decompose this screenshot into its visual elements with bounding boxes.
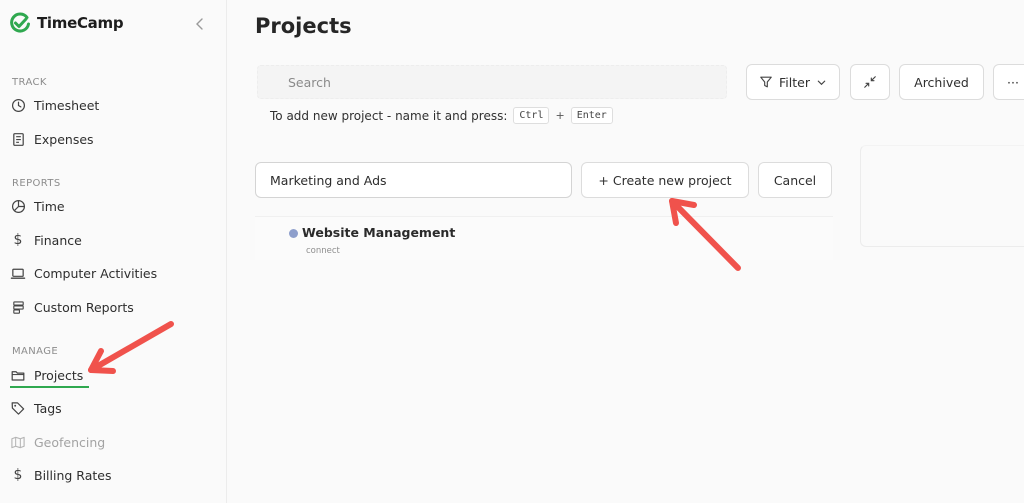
sidebar-item-label: Timesheet <box>34 97 100 113</box>
more-icon: ··· <box>1007 74 1019 90</box>
sidebar-item-label: Billing Rates <box>34 467 112 483</box>
receipt-icon <box>10 131 26 147</box>
page-title: Projects <box>255 14 352 38</box>
sidebar-item-label: Tags <box>34 400 62 416</box>
archived-button[interactable]: Archived <box>899 64 984 100</box>
archived-label: Archived <box>914 74 969 90</box>
kbd-ctrl: Ctrl <box>513 107 550 124</box>
sidebar-item-computer-activities[interactable]: Computer Activities <box>10 261 157 285</box>
dollar-icon: $ <box>13 232 23 248</box>
map-icon <box>10 434 26 450</box>
sidebar: TimeCamp TRACK Timesheet Expenses REPORT… <box>0 0 227 503</box>
sidebar-item-label: Projects <box>34 367 84 383</box>
collapse-all-button[interactable] <box>850 64 890 100</box>
clock-icon <box>10 97 26 113</box>
filter-icon <box>760 76 772 88</box>
kbd-plus: + <box>555 109 565 122</box>
brand-logo[interactable]: TimeCamp <box>9 12 124 34</box>
sidebar-item-label: Expenses <box>34 131 94 147</box>
sidebar-item-tags[interactable]: Tags <box>10 396 62 420</box>
pie-chart-icon <box>10 198 26 214</box>
tag-icon <box>10 400 26 416</box>
add-project-hint: To add new project - name it and press: … <box>270 107 613 124</box>
brand-name: TimeCamp <box>37 14 124 32</box>
search-input[interactable] <box>258 66 726 98</box>
section-title-track: TRACK <box>12 77 47 88</box>
filter-button[interactable]: Filter <box>746 64 840 100</box>
sidebar-item-billing-rates[interactable]: $ Billing Rates <box>10 463 112 487</box>
sidebar-item-label: Custom Reports <box>34 299 134 315</box>
active-indicator <box>10 386 89 388</box>
cancel-button[interactable]: Cancel <box>758 162 832 198</box>
new-project-input[interactable] <box>256 163 571 197</box>
sidebar-item-label: Finance <box>34 232 82 248</box>
section-title-reports: REPORTS <box>12 178 61 189</box>
create-new-project-label: + Create new project <box>598 172 732 188</box>
sidebar-item-expenses[interactable]: Expenses <box>10 127 94 151</box>
sidebar-item-label: Geofencing <box>34 434 106 450</box>
sidebar-item-geofencing[interactable]: Geofencing <box>10 430 105 454</box>
sidebar-item-time[interactable]: Time <box>10 194 65 218</box>
project-subtitle: connect <box>306 246 340 256</box>
section-title-manage: MANAGE <box>12 346 59 357</box>
laptop-icon <box>10 265 26 281</box>
new-project-field[interactable] <box>255 162 572 198</box>
more-options-button[interactable]: ··· <box>993 64 1024 100</box>
sidebar-item-label: Time <box>34 198 65 214</box>
sidebar-item-label: Computer Activities <box>34 265 158 281</box>
details-panel <box>860 145 1024 247</box>
create-new-project-button[interactable]: + Create new project <box>581 162 749 198</box>
project-color-dot <box>289 229 298 238</box>
chevron-down-icon <box>817 80 826 85</box>
kbd-enter: Enter <box>570 107 613 124</box>
hint-text: To add new project - name it and press: <box>270 108 508 123</box>
chevron-left-icon[interactable] <box>192 16 208 32</box>
dollar-icon: $ <box>13 467 23 483</box>
compress-arrows-icon <box>864 76 876 88</box>
sidebar-item-projects[interactable]: Projects <box>10 363 83 387</box>
sidebar-item-custom-reports[interactable]: Custom Reports <box>10 295 134 319</box>
stack-icon <box>10 299 26 315</box>
sidebar-item-finance[interactable]: $ Finance <box>10 228 82 252</box>
cancel-label: Cancel <box>773 172 817 188</box>
sidebar-item-timesheet[interactable]: Timesheet <box>10 93 99 117</box>
filter-label: Filter <box>779 74 810 90</box>
timecamp-logo-icon <box>10 12 30 33</box>
folder-icon <box>10 367 26 383</box>
project-name[interactable]: Website Management <box>302 225 455 240</box>
search-field[interactable] <box>257 65 727 99</box>
